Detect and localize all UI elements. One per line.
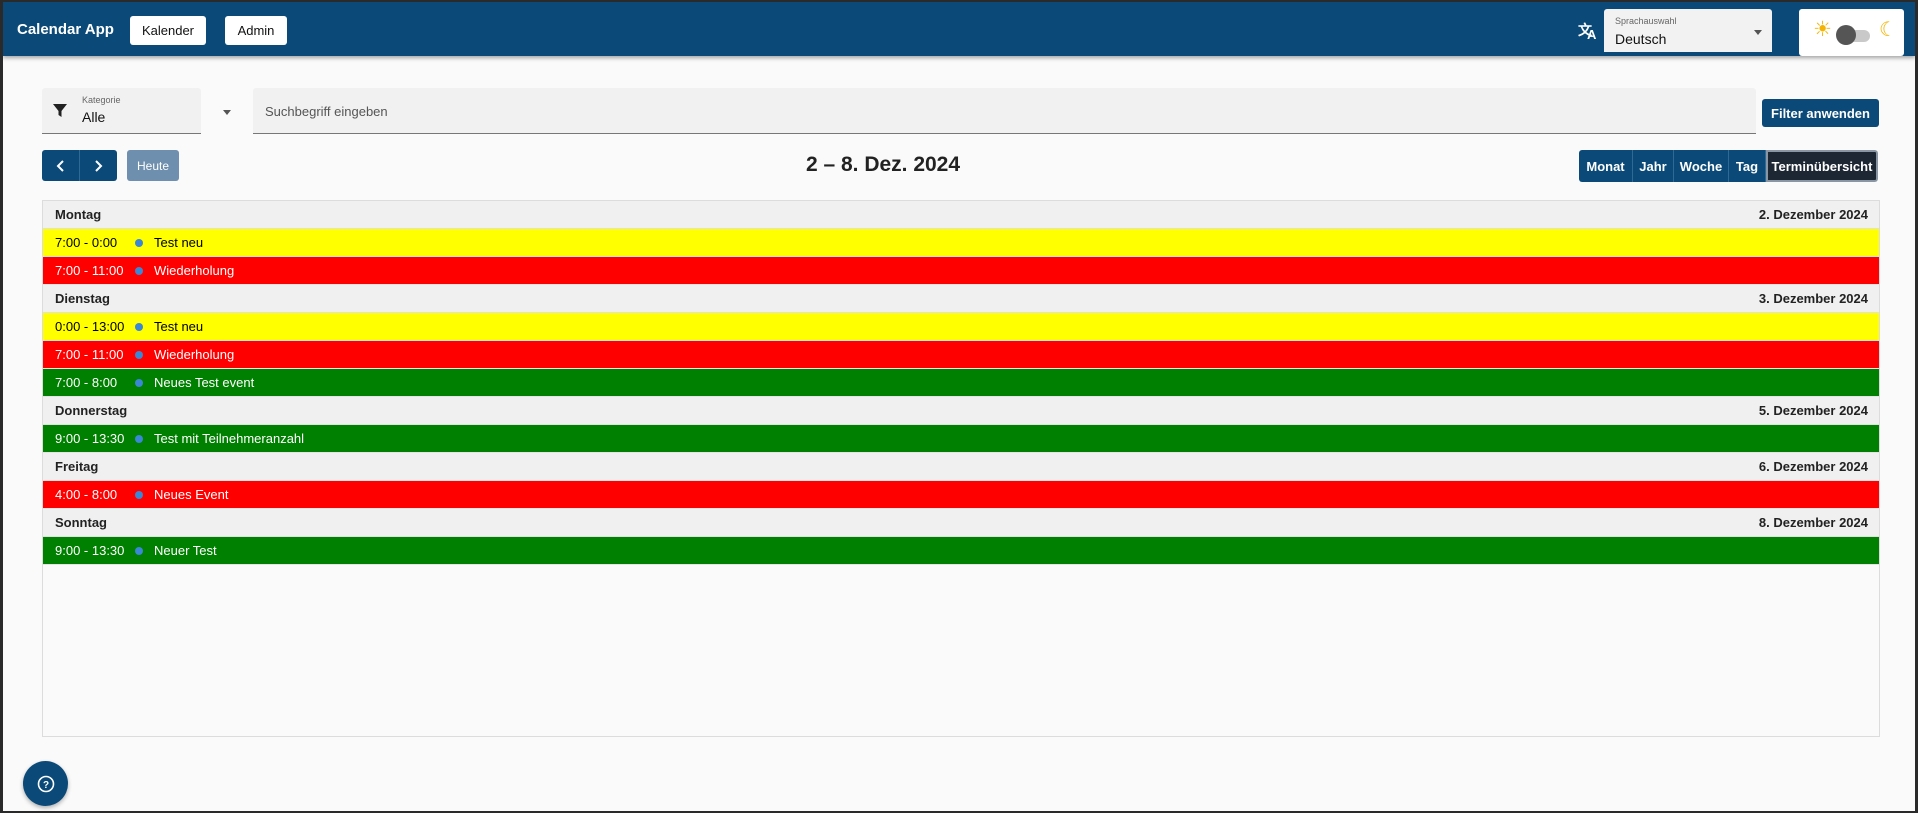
apply-filter-button[interactable]: Filter anwenden	[1762, 99, 1879, 127]
day-weekday: Dienstag	[55, 291, 110, 306]
event-dot-icon	[135, 490, 143, 499]
category-select[interactable]: Kategorie Alle	[42, 88, 231, 134]
event-time: 9:00 - 13:30	[55, 543, 125, 558]
category-select-value: Alle	[82, 109, 106, 125]
theme-toggle[interactable]: ☀ ☾	[1799, 9, 1904, 56]
day-weekday: Montag	[55, 207, 102, 222]
date-range-title: 2 – 8. Dez. 2024	[805, 153, 961, 176]
day-date: 3. Dezember 2024	[1758, 291, 1868, 306]
event-time: 7:00 - 8:00	[55, 375, 118, 390]
day-weekday: Donnerstag	[55, 403, 128, 418]
event-title: Test mit Teilnehmeranzahl	[154, 431, 305, 446]
search-field[interactable]	[253, 88, 1756, 134]
app-window: Calendar App Kalender Admin 文A Sprachaus…	[3, 2, 1915, 811]
event-dot-icon	[135, 378, 143, 387]
event-row[interactable]: 7:00 - 0:00 Test neu	[43, 229, 1879, 257]
view-year-button[interactable]: Jahr	[1633, 150, 1674, 182]
event-title: Test neu	[154, 235, 204, 250]
day-header: Dienstag 3. Dezember 2024	[43, 285, 1879, 313]
event-row[interactable]: 9:00 - 13:30 Test mit Teilnehmeranzahl	[43, 425, 1879, 453]
chevron-left-icon	[56, 159, 64, 172]
event-title: Neues Test event	[154, 375, 255, 390]
chevron-down-icon	[223, 110, 231, 115]
day-header: Freitag 6. Dezember 2024	[43, 453, 1879, 481]
event-time: 7:00 - 11:00	[55, 263, 124, 278]
event-dot-icon	[135, 350, 143, 359]
chevron-right-icon	[95, 159, 103, 172]
event-row[interactable]: 7:00 - 11:00 Wiederholung	[43, 341, 1879, 369]
day-date: 5. Dezember 2024	[1758, 403, 1868, 418]
toggle-thumb[interactable]	[1836, 25, 1856, 45]
event-time: 0:00 - 13:00	[55, 319, 125, 334]
sun-icon: ☀	[1813, 18, 1832, 41]
event-title: Wiederholung	[154, 347, 235, 362]
event-time: 9:00 - 13:30	[55, 431, 125, 446]
filter-icon	[53, 104, 67, 117]
event-dot-icon	[135, 238, 143, 247]
view-agenda-button[interactable]: Terminübersicht	[1766, 150, 1878, 182]
day-weekday: Freitag	[55, 459, 99, 474]
event-time: 4:00 - 8:00	[55, 487, 118, 502]
moon-icon: ☾	[1879, 19, 1897, 41]
app-header: Calendar App Kalender Admin 文A Sprachaus…	[3, 2, 1915, 56]
day-header: Donnerstag 5. Dezember 2024	[43, 397, 1879, 425]
event-time: 7:00 - 0:00	[55, 235, 118, 250]
app-title: Calendar App	[17, 21, 114, 38]
translate-icon: 文A	[1578, 22, 1597, 42]
next-button[interactable]	[79, 150, 116, 181]
search-input[interactable]	[265, 101, 1735, 121]
nav-kalender-button[interactable]: Kalender	[130, 16, 206, 45]
language-select-value: Deutsch	[1615, 31, 1667, 47]
event-dot-icon	[135, 434, 143, 443]
help-icon: ?	[37, 775, 54, 792]
agenda-list: Montag 2. Dezember 2024 7:00 - 0:00 Test ne…	[42, 200, 1880, 737]
view-switcher: Monat Jahr Woche Tag Terminübersicht	[1579, 150, 1878, 182]
event-time: 7:00 - 11:00	[55, 347, 124, 362]
nav-admin-button[interactable]: Admin	[225, 16, 287, 45]
day-date: 2. Dezember 2024	[1758, 207, 1868, 222]
help-button[interactable]: ?	[23, 761, 68, 806]
event-row[interactable]: 7:00 - 8:00 Neues Test event	[43, 369, 1879, 397]
day-weekday: Sonntag	[55, 515, 107, 530]
category-select-label: Kategorie	[82, 95, 121, 105]
chevron-down-icon	[1754, 30, 1762, 35]
view-day-button[interactable]: Tag	[1729, 150, 1766, 182]
event-row[interactable]: 7:00 - 11:00 Wiederholung	[43, 257, 1879, 285]
event-dot-icon	[135, 266, 143, 275]
event-row[interactable]: 4:00 - 8:00 Neues Event	[43, 481, 1879, 509]
event-title: Neues Event	[154, 487, 229, 502]
day-date: 6. Dezember 2024	[1758, 459, 1868, 474]
event-row[interactable]: 0:00 - 13:00 Test neu	[43, 313, 1879, 341]
date-navigation	[42, 150, 117, 181]
language-select[interactable]: Sprachauswahl Deutsch	[1604, 9, 1772, 52]
day-header: Sonntag 8. Dezember 2024	[43, 509, 1879, 537]
view-week-button[interactable]: Woche	[1674, 150, 1729, 182]
event-row[interactable]: 9:00 - 13:30 Neuer Test	[43, 537, 1879, 565]
day-date: 8. Dezember 2024	[1758, 515, 1868, 530]
language-select-label: Sprachauswahl	[1615, 16, 1677, 26]
svg-text:?: ?	[42, 780, 48, 791]
previous-button[interactable]	[42, 150, 79, 181]
event-title: Test neu	[154, 319, 204, 334]
today-button[interactable]: Heute	[127, 150, 179, 181]
event-dot-icon	[135, 322, 143, 331]
event-dot-icon	[135, 546, 143, 555]
day-header: Montag 2. Dezember 2024	[43, 201, 1879, 229]
event-title: Wiederholung	[154, 263, 235, 278]
event-title: Neuer Test	[154, 543, 217, 558]
view-month-button[interactable]: Monat	[1579, 150, 1633, 182]
